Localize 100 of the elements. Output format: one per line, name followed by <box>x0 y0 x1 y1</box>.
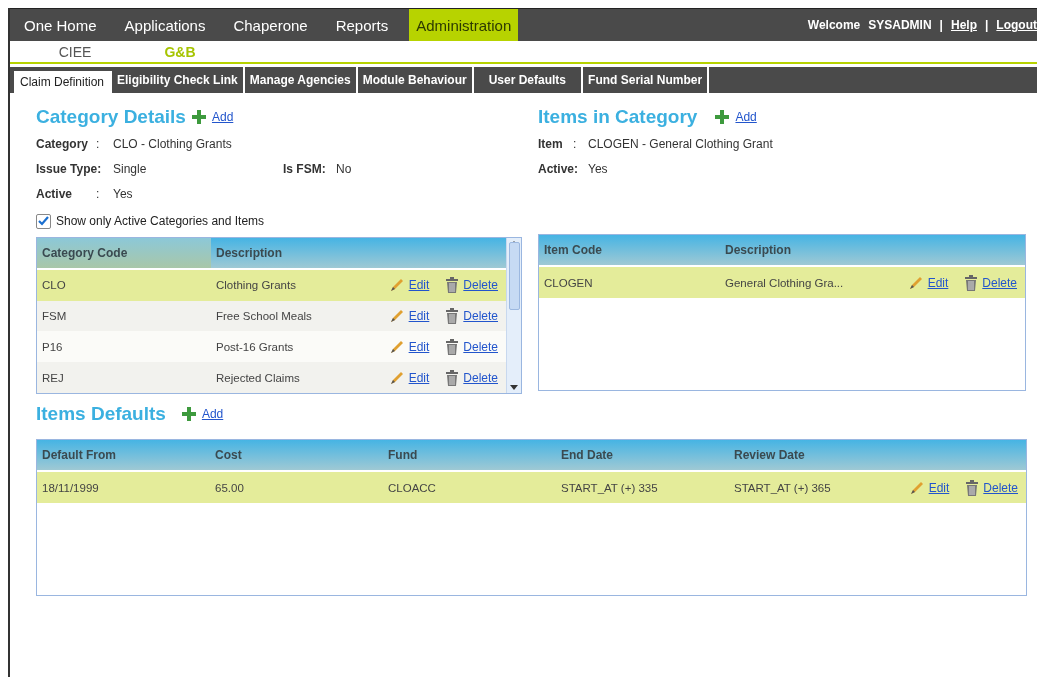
delete-link[interactable]: Delete <box>463 278 498 293</box>
table-cell-text: CLOACC <box>387 481 437 494</box>
column-header: Fund <box>387 447 419 464</box>
pencil-icon <box>908 275 924 290</box>
section-title: Category Details <box>36 106 186 128</box>
plus-icon <box>181 407 196 421</box>
column-header: Category Code <box>37 238 211 268</box>
field-label: Category <box>36 136 89 151</box>
add-link[interactable]: Add <box>211 110 234 124</box>
plus-icon <box>191 110 206 124</box>
field-value: CLO - Clothing Grants <box>113 136 232 151</box>
welcome-text: Welcome <box>807 18 861 32</box>
table-cell-text: 65.00 <box>214 481 245 494</box>
plus-icon <box>715 110 730 124</box>
nav-item[interactable]: Reports <box>328 9 396 41</box>
tab[interactable]: User Defaults <box>473 67 584 93</box>
field-value: No <box>336 161 352 176</box>
checkbox-label: Show only Active Categories and Items <box>56 214 265 228</box>
pencil-icon <box>909 480 925 495</box>
field-label: Active: <box>538 161 579 176</box>
table-cell-text: Post-16 Grants <box>215 340 295 353</box>
table-cell-text: REJ <box>41 371 65 384</box>
separator: | <box>939 18 943 32</box>
edit-link[interactable]: Edit <box>408 370 430 385</box>
table-row[interactable]: CLO Clothing Grants Edit Delete <box>37 269 506 301</box>
check-icon <box>38 216 49 226</box>
edit-link[interactable]: Edit <box>927 275 949 290</box>
trash-icon <box>965 479 980 496</box>
tab[interactable]: Manage Agencies <box>244 67 358 93</box>
table-cell-text: FSM <box>41 310 68 322</box>
table-row[interactable]: REJ Rejected Claims Edit Delete <box>37 362 506 393</box>
table-cell-text: CLO <box>41 279 67 292</box>
field-separator: : <box>96 186 101 201</box>
delete-link[interactable]: Delete <box>463 339 498 354</box>
pencil-icon <box>389 339 405 354</box>
pencil-icon <box>389 370 405 385</box>
trash-icon <box>445 369 460 386</box>
section-title: Items Defaults <box>36 403 166 425</box>
field-value: CLOGEN - General Clothing Grant <box>588 136 773 151</box>
pencil-icon <box>389 278 405 293</box>
tab[interactable]: Fund Serial Number <box>583 67 710 93</box>
field-label: Issue Type: <box>36 161 103 176</box>
table-cell-text: START_AT (+) 365 <box>733 481 832 494</box>
scroll-down-icon[interactable] <box>510 385 518 391</box>
field-label: Item <box>538 136 564 151</box>
column-header: Cost <box>214 447 243 464</box>
field-label: Is FSM: <box>283 161 327 176</box>
delete-link[interactable]: Delete <box>982 275 1017 290</box>
section-title: Items in Category <box>538 106 698 128</box>
table-cell-text: CLOGEN <box>543 276 594 289</box>
delete-link[interactable]: Delete <box>463 370 498 385</box>
table-cell-text: Rejected Claims <box>215 371 301 384</box>
field-separator: : <box>573 136 578 151</box>
edit-link[interactable]: Edit <box>408 309 430 323</box>
table-row[interactable]: P16 Post-16 Grants Edit Delete <box>37 331 506 363</box>
table-cell-text: Free School Meals <box>215 310 313 322</box>
edit-link[interactable]: Edit <box>408 278 430 293</box>
column-header: End Date <box>560 447 614 464</box>
table-cell-text: Clothing Grants <box>215 279 297 292</box>
trash-icon <box>445 338 460 355</box>
table-row[interactable]: 18/11/1999 65.00 CLOACC START_AT (+) 335 START_AT (+) 365 Edit Delete <box>37 472 1026 503</box>
scrollbar[interactable] <box>506 238 521 393</box>
table-cell-text: P16 <box>41 340 64 353</box>
field-separator: : <box>96 136 101 151</box>
trash-icon <box>445 277 460 294</box>
tab[interactable]: Claim Definition <box>14 71 113 93</box>
pencil-icon <box>389 309 405 323</box>
column-header: Description <box>215 244 283 262</box>
tab[interactable]: Eligibility Check Link <box>112 67 245 93</box>
field-value: Yes <box>113 186 133 201</box>
help-link[interactable]: Help <box>950 18 977 32</box>
field-value: Yes <box>588 161 608 176</box>
logout-link[interactable]: Logout <box>996 18 1037 32</box>
add-link[interactable]: Add <box>735 110 757 124</box>
table-row[interactable]: CLOGEN General Clothing Gra... Edit Delete <box>539 267 1025 298</box>
user-name: SYSADMIN <box>868 18 932 32</box>
checkbox[interactable] <box>36 213 51 229</box>
table-row[interactable]: FSM Free School Meals Edit Delete <box>37 300 506 332</box>
column-header: Default From <box>41 447 117 464</box>
field-label: Active <box>36 186 74 201</box>
nav-item[interactable]: Applications <box>117 9 213 41</box>
edit-link[interactable]: Edit <box>928 480 950 495</box>
table-cell-text: General Clothing Gra... <box>724 276 845 289</box>
subnav-item[interactable]: CIEE <box>10 43 140 60</box>
tab[interactable]: Module Behaviour <box>357 67 474 93</box>
column-header: Review Date <box>733 447 806 464</box>
table-cell-text: 18/11/1999 <box>41 481 100 494</box>
delete-link[interactable]: Delete <box>463 309 498 323</box>
column-header: Item Code <box>543 242 603 259</box>
edit-link[interactable]: Edit <box>408 339 430 354</box>
add-link[interactable]: Add <box>201 407 224 421</box>
delete-link[interactable]: Delete <box>983 480 1018 495</box>
trash-icon <box>445 308 460 324</box>
nav-item[interactable]: Administration <box>409 9 519 41</box>
field-value: Single <box>113 161 148 176</box>
nav-item[interactable]: One Home <box>17 9 104 41</box>
table-cell-text: START_AT (+) 335 <box>560 481 659 494</box>
trash-icon <box>964 274 979 291</box>
column-header: Description <box>724 242 792 259</box>
nav-item[interactable]: Chaperone <box>226 9 315 41</box>
